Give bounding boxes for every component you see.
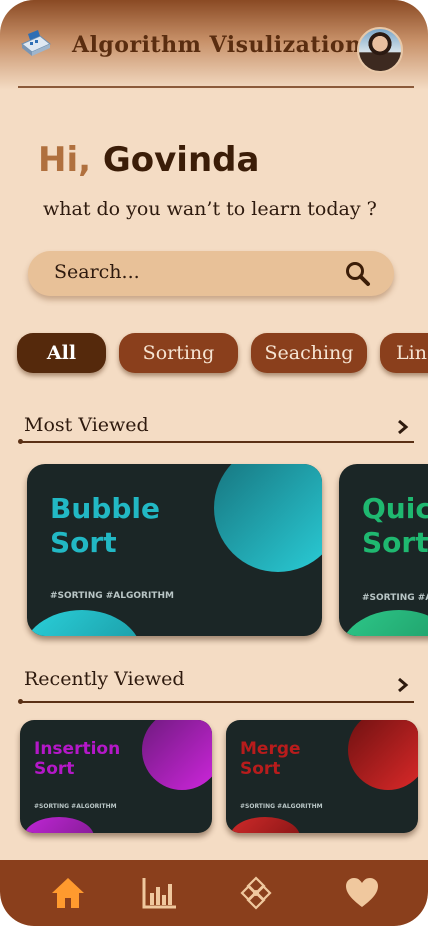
card-decor-circle	[24, 817, 94, 833]
bottom-nav	[0, 860, 428, 926]
card-decor-circle	[142, 720, 212, 790]
greeting-hi: Hi,	[38, 140, 92, 180]
most-viewed-divider	[18, 439, 414, 444]
card-insertion-sort[interactable]: Insertion Sort #SORTING #ALGORITHM	[20, 720, 212, 833]
recently-viewed-title: Recently Viewed	[24, 668, 185, 690]
category-chips: All Sorting Seaching Lin	[0, 333, 428, 375]
user-avatar[interactable]	[357, 27, 403, 73]
app-screen: Algorithm Visulization Hi, Govinda what …	[0, 0, 428, 926]
card-decor-circle	[348, 720, 418, 790]
card-tags: #SORTING #ALGORITHM	[34, 803, 117, 810]
chip-all[interactable]: All	[17, 333, 106, 373]
header-divider	[18, 86, 414, 88]
laptop-logo-icon	[21, 30, 51, 56]
card-tags: #SORTING #AL	[362, 593, 428, 603]
home-icon[interactable]	[50, 876, 86, 910]
heart-icon[interactable]	[344, 876, 380, 910]
chip-sorting[interactable]: Sorting	[119, 333, 238, 373]
recently-viewed-divider	[18, 699, 414, 704]
app-title: Algorithm Visulization	[72, 32, 362, 58]
card-decor-circle	[230, 817, 300, 833]
card-decor-circle	[339, 610, 428, 636]
card-title: Quic Sort	[362, 492, 428, 559]
chevron-right-icon[interactable]	[396, 676, 410, 694]
chevron-right-icon[interactable]	[396, 418, 410, 436]
card-title: Merge Sort	[240, 739, 301, 780]
search-bar[interactable]: Search...	[28, 251, 394, 296]
card-decor-circle	[214, 464, 322, 572]
greeting: Hi, Govinda	[38, 140, 259, 180]
card-merge-sort[interactable]: Merge Sort #SORTING #ALGORITHM	[226, 720, 418, 833]
greeting-subtext: what do you wan’t to learn today ?	[43, 198, 377, 220]
most-viewed-title: Most Viewed	[24, 414, 149, 436]
ornament-icon[interactable]	[238, 876, 274, 910]
chip-searching[interactable]: Seaching	[251, 333, 367, 373]
card-title: Insertion Sort	[34, 739, 121, 780]
bar-chart-icon[interactable]	[142, 876, 178, 910]
card-tags: #SORTING #ALGORITHM	[240, 803, 323, 810]
search-icon[interactable]	[344, 260, 372, 288]
greeting-name: Govinda	[102, 140, 260, 180]
card-decor-circle	[27, 610, 142, 636]
card-tags: #SORTING #ALGORITHM	[50, 591, 174, 601]
card-bubble-sort[interactable]: Bubble Sort #SORTING #ALGORITHM	[27, 464, 322, 636]
chip-linear[interactable]: Lin	[380, 333, 428, 373]
search-input[interactable]: Search...	[54, 261, 140, 283]
card-title: Bubble Sort	[50, 492, 160, 559]
card-quick-sort[interactable]: Quic Sort #SORTING #AL	[339, 464, 428, 636]
